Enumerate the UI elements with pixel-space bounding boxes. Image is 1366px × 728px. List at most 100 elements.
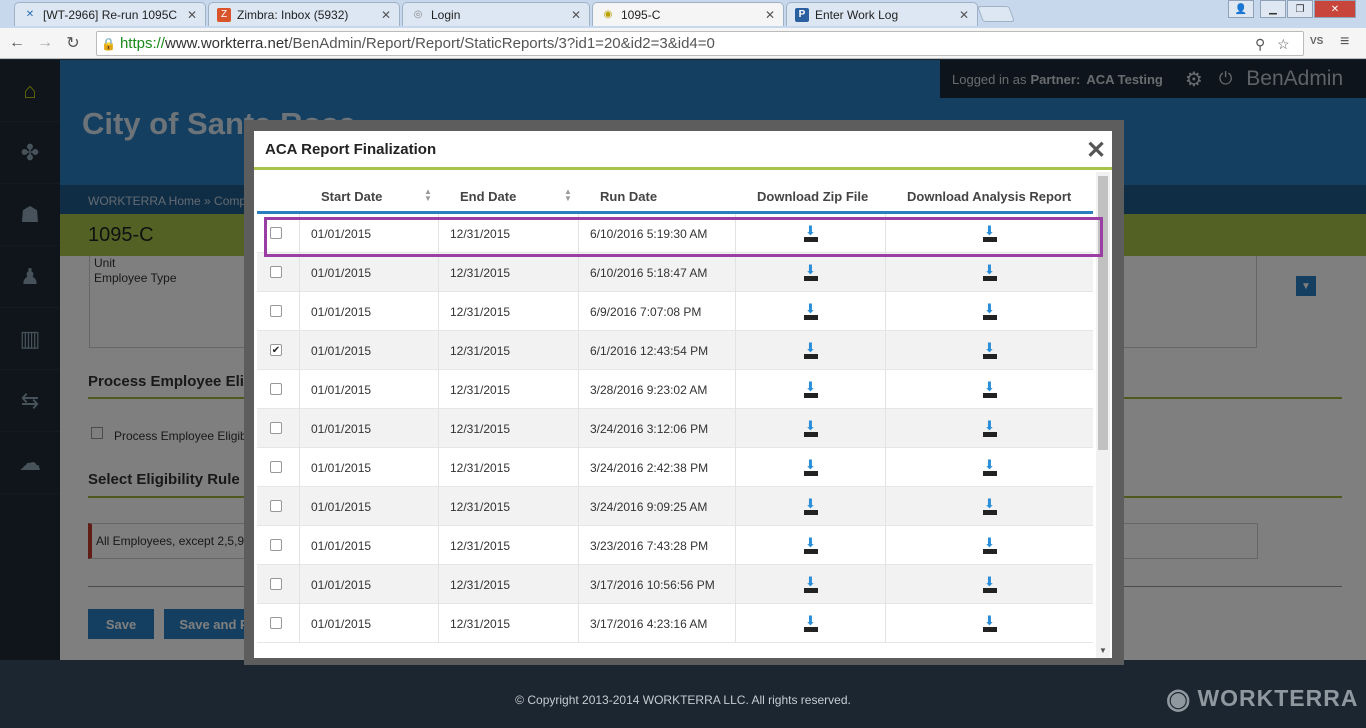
download-zip-button[interactable]: ⬇ xyxy=(803,614,819,632)
aca-report-modal: ACA Report Finalization ✕ Start Date ▲ ▼ … xyxy=(254,131,1112,658)
download-arrow-icon: ⬇ xyxy=(984,262,995,277)
p-icon: P xyxy=(795,7,809,22)
run-date-cell: 3/24/2016 9:09:25 AM xyxy=(578,487,735,526)
row-checkbox[interactable] xyxy=(270,578,282,590)
download-zip-button[interactable]: ⬇ xyxy=(803,224,819,242)
table-row[interactable]: 01/01/2015 12/31/2015 3/24/2016 3:12:06 PM… xyxy=(257,409,1093,448)
download-analysis-button[interactable]: ⬇ xyxy=(982,340,998,359)
reload-icon[interactable]: ↻ xyxy=(62,33,84,53)
download-analysis-button[interactable]: ⬇ xyxy=(982,380,998,398)
start-date-cell: 01/01/2015 xyxy=(299,370,438,409)
row-checkbox[interactable] xyxy=(270,500,282,512)
table-row[interactable]: 01/01/2015 12/31/2015 3/23/2016 7:43:28 PM… xyxy=(257,526,1093,565)
browser-tab-login[interactable]: ◎ Login ✕ xyxy=(402,2,590,26)
maximize-button[interactable]: ❐ xyxy=(1287,0,1313,18)
download-arrow-icon: ⬇ xyxy=(984,340,995,355)
table-row[interactable]: 01/01/2015 12/31/2015 3/24/2016 9:09:25 AM… xyxy=(257,487,1093,526)
tab-close-icon[interactable]: ✕ xyxy=(381,8,391,22)
table-row[interactable]: 01/01/2015 12/31/2015 6/9/2016 7:07:08 PM ⬇… xyxy=(257,292,1093,331)
bookmark-star-icon[interactable]: ☆ xyxy=(1277,36,1290,53)
url-host: www.workterra.net xyxy=(164,35,289,52)
row-checkbox[interactable] xyxy=(270,617,282,629)
table-row[interactable]: 01/01/2015 12/31/2015 6/10/2016 5:19:30 AM… xyxy=(257,214,1093,253)
col-run-date[interactable]: Run Date xyxy=(600,189,657,204)
browser-tab-jira[interactable]: ✕ [WT-2966] Re-run 1095C ✕ xyxy=(14,2,206,26)
run-date-cell: 3/17/2016 10:56:56 PM xyxy=(578,565,735,604)
table-row[interactable]: 01/01/2015 12/31/2015 6/10/2016 5:18:47 AM… xyxy=(257,253,1093,292)
browser-tab-zimbra[interactable]: Z Zimbra: Inbox (5932) ✕ xyxy=(208,2,400,26)
download-zip-button[interactable]: ⬇ xyxy=(803,263,819,281)
table-row[interactable]: 01/01/2015 12/31/2015 3/28/2016 9:23:02 AM… xyxy=(257,370,1093,409)
sort-icon[interactable]: ▲ ▼ xyxy=(424,188,432,203)
download-tray-icon xyxy=(982,315,997,320)
col-end-date[interactable]: End Date xyxy=(460,189,516,204)
vs-extension-icon[interactable]: VS xyxy=(1310,36,1323,47)
scrollbar-thumb[interactable] xyxy=(1098,176,1108,450)
address-bar[interactable]: 🔒 https:// www.workterra.net /BenAdmin/R… xyxy=(96,31,1304,56)
zoom-icon[interactable]: ⚲ xyxy=(1255,36,1265,53)
modal-scrollbar[interactable]: ▼ xyxy=(1096,172,1110,658)
download-analysis-button[interactable]: ⬇ xyxy=(982,497,998,515)
workterra-icon: ◉ xyxy=(603,9,613,20)
menu-icon[interactable]: ≡ xyxy=(1340,33,1349,51)
col-start-date[interactable]: Start Date xyxy=(321,189,382,204)
download-zip-button[interactable]: ⬇ xyxy=(803,341,819,359)
tab-close-icon[interactable]: ✕ xyxy=(959,8,969,22)
download-analysis-button[interactable]: ⬇ xyxy=(982,262,998,281)
back-icon[interactable]: ← xyxy=(6,34,28,52)
tab-close-icon[interactable]: ✕ xyxy=(187,8,197,22)
close-icon[interactable]: ✕ xyxy=(1084,137,1108,164)
zip-download-cell: ⬇ xyxy=(735,487,885,526)
row-checkbox[interactable] xyxy=(270,266,282,278)
sort-icon[interactable]: ▲ ▼ xyxy=(564,188,572,203)
download-arrow-icon: ⬇ xyxy=(984,301,995,316)
download-arrow-icon: ⬇ xyxy=(805,535,816,550)
new-tab-button[interactable] xyxy=(977,6,1015,22)
table-row[interactable]: 01/01/2015 12/31/2015 3/17/2016 10:56:56 P… xyxy=(257,565,1093,604)
tab-close-icon[interactable]: ✕ xyxy=(765,8,775,22)
forward-icon[interactable]: → xyxy=(34,34,56,52)
row-checkbox[interactable] xyxy=(270,383,282,395)
download-zip-button[interactable]: ⬇ xyxy=(803,419,819,437)
download-zip-button[interactable]: ⬇ xyxy=(803,575,819,593)
download-analysis-button[interactable]: ⬇ xyxy=(982,419,998,437)
scroll-down-icon[interactable]: ▼ xyxy=(1099,646,1107,655)
download-analysis-button[interactable]: ⬇ xyxy=(982,536,998,554)
end-date-cell: 12/31/2015 xyxy=(438,487,578,526)
start-date-cell: 01/01/2015 xyxy=(299,253,438,292)
close-window-button[interactable]: ✕ xyxy=(1314,0,1356,18)
tab-label: Zimbra: Inbox (5932) xyxy=(237,7,349,22)
workterra-logo-icon: ◉ xyxy=(1166,683,1192,714)
table-row[interactable]: ✔ 01/01/2015 12/31/2015 6/1/2016 12:43:54 P… xyxy=(257,331,1093,370)
table-row[interactable]: 01/01/2015 12/31/2015 3/17/2016 4:23:16 AM… xyxy=(257,604,1093,643)
table-row[interactable]: 01/01/2015 12/31/2015 3/24/2016 2:42:38 PM… xyxy=(257,448,1093,487)
tab-close-icon[interactable]: ✕ xyxy=(571,8,581,22)
download-analysis-button[interactable]: ⬇ xyxy=(982,614,998,632)
row-checkbox[interactable] xyxy=(270,539,282,551)
select-cell xyxy=(257,253,299,292)
browser-tabstrip: ✕ [WT-2966] Re-run 1095C ✕ Z Zimbra: Inb… xyxy=(0,0,1366,28)
select-cell xyxy=(257,448,299,487)
row-checkbox[interactable] xyxy=(270,422,282,434)
minimize-button[interactable]: ▁ xyxy=(1260,0,1286,18)
download-zip-button[interactable]: ⬇ xyxy=(803,380,819,398)
row-checkbox[interactable]: ✔ xyxy=(270,344,282,356)
run-date-cell: 6/10/2016 5:19:30 AM xyxy=(578,214,735,253)
download-zip-button[interactable]: ⬇ xyxy=(803,458,819,476)
download-zip-button[interactable]: ⬇ xyxy=(803,497,819,515)
row-checkbox[interactable] xyxy=(270,305,282,317)
row-checkbox[interactable] xyxy=(270,461,282,473)
run-date-cell: 6/9/2016 7:07:08 PM xyxy=(578,292,735,331)
download-zip-button[interactable]: ⬇ xyxy=(803,535,819,554)
download-analysis-button[interactable]: ⬇ xyxy=(982,458,998,476)
browser-tab-worklog[interactable]: P Enter Work Log ✕ xyxy=(786,2,978,26)
end-date-cell: 12/31/2015 xyxy=(438,526,578,565)
row-checkbox[interactable] xyxy=(270,227,282,239)
download-zip-button[interactable]: ⬇ xyxy=(803,302,819,320)
select-cell xyxy=(257,370,299,409)
download-analysis-button[interactable]: ⬇ xyxy=(982,575,998,593)
download-analysis-button[interactable]: ⬇ xyxy=(982,224,998,242)
browser-tab-1095c[interactable]: ◉ 1095-C ✕ xyxy=(592,2,784,26)
download-analysis-button[interactable]: ⬇ xyxy=(982,301,998,320)
user-icon[interactable]: 👤 xyxy=(1228,0,1254,18)
